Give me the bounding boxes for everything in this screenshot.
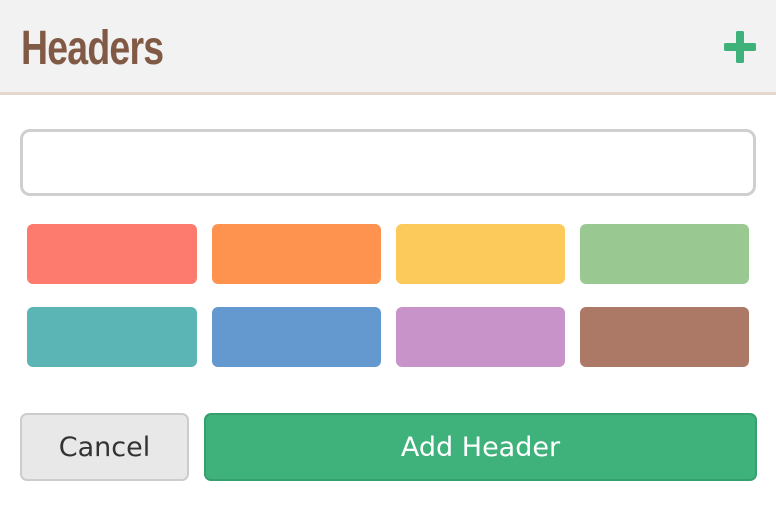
plus-icon[interactable] <box>724 31 756 63</box>
header-name-input[interactable] <box>20 129 756 196</box>
color-swatch-green[interactable] <box>580 224 749 284</box>
panel-header: Headers <box>0 0 776 95</box>
color-swatch-teal[interactable] <box>27 307 197 367</box>
color-swatch-blue[interactable] <box>212 307 381 367</box>
color-swatch-brown[interactable] <box>580 307 749 367</box>
color-swatch-yellow[interactable] <box>396 224 565 284</box>
color-swatch-red[interactable] <box>27 224 197 284</box>
plus-icon-graphic <box>724 31 756 63</box>
color-swatch-orange[interactable] <box>212 224 381 284</box>
cancel-button[interactable]: Cancel <box>20 413 189 481</box>
add-header-button[interactable]: Add Header <box>204 413 757 481</box>
color-swatch-purple[interactable] <box>396 307 565 367</box>
page-title: Headers <box>21 22 164 75</box>
